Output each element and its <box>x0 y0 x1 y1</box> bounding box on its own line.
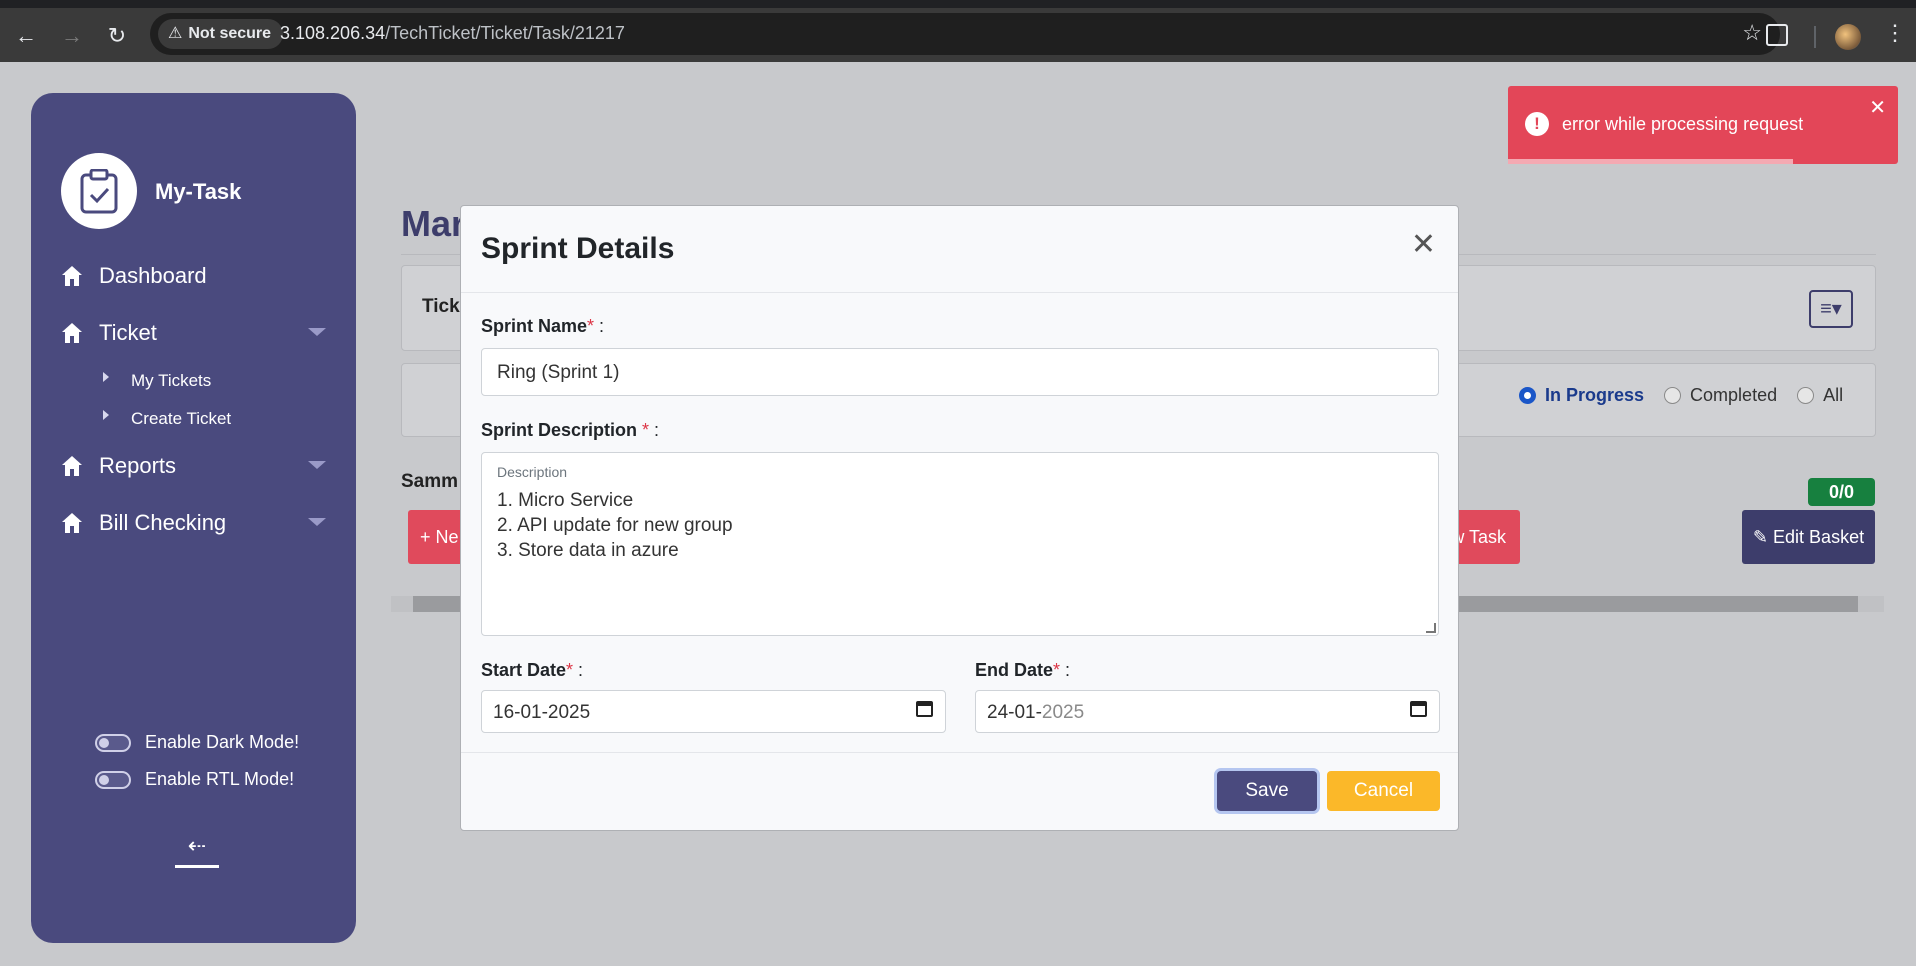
label-colon: : <box>573 660 584 680</box>
profile-avatar[interactable] <box>1835 24 1861 50</box>
forward-arrow-icon[interactable]: → <box>56 20 88 52</box>
toast-progress-bar <box>1508 159 1793 164</box>
start-date-year: 2025 <box>547 702 591 723</box>
start-date-label: Start Date* : <box>481 660 583 681</box>
modal-header: Sprint Details ✕ <box>461 206 1458 293</box>
close-icon[interactable]: ✕ <box>1411 230 1436 260</box>
start-date-day-month: 16-01- <box>493 702 548 723</box>
url-host: 3.108.206.34 <box>280 23 386 43</box>
save-button[interactable]: Save <box>1217 771 1317 811</box>
reload-icon[interactable]: ↻ <box>101 20 133 52</box>
modal-footer-divider <box>461 752 1458 753</box>
browser-menu-icon[interactable]: ⋮ <box>1884 20 1906 46</box>
error-toast: ! error while processing request ✕ <box>1508 86 1898 164</box>
required-mark: * <box>587 316 595 336</box>
sprint-description-textarea[interactable]: Description 1. Micro Service 2. API upda… <box>481 452 1439 636</box>
calendar-icon[interactable] <box>916 701 933 717</box>
address-bar[interactable]: ⚠ Not secure 3.108.206.34/TechTicket/Tick… <box>150 13 1780 55</box>
calendar-icon[interactable] <box>1410 701 1427 717</box>
sprint-name-label-text: Sprint Name <box>481 316 588 336</box>
required-mark: * <box>1053 660 1061 680</box>
close-icon[interactable]: ✕ <box>1869 98 1886 118</box>
resize-handle[interactable] <box>1426 623 1436 633</box>
url-text: 3.108.206.34/TechTicket/Ticket/Task/2121… <box>280 23 625 44</box>
security-chip[interactable]: ⚠ Not secure <box>158 19 284 49</box>
warning-triangle-icon: ⚠ <box>168 25 183 42</box>
browser-toolbar: ← → ↻ ⚠ Not secure 3.108.206.34/TechTicke… <box>0 0 1916 62</box>
toast-message: error while processing request <box>1562 114 1804 134</box>
end-date-year: 2025 <box>1041 702 1085 723</box>
label-colon: : <box>594 316 605 336</box>
required-mark: * <box>566 660 574 680</box>
sprint-details-modal: Sprint Details ✕ Sprint Name* : Ring (Sp… <box>460 205 1459 831</box>
sprint-name-label: Sprint Name* : <box>481 316 604 337</box>
security-label: Not secure <box>188 25 272 42</box>
extensions-icon[interactable] <box>1766 24 1788 46</box>
start-date-label-text: Start Date <box>481 660 567 680</box>
description-floating-label: Description <box>497 464 568 480</box>
end-date-label-text: End Date <box>975 660 1054 680</box>
sprint-name-value: Ring (Sprint 1) <box>497 362 620 383</box>
description-value: 1. Micro Service 2. API update for new g… <box>497 490 733 561</box>
end-date-input[interactable]: 24-01-2025 <box>975 690 1440 733</box>
url-path: /TechTicket/Ticket/Task/21217 <box>385 23 625 43</box>
start-date-input[interactable]: 16-01-2025 <box>481 690 946 733</box>
end-date-day-month: 24-01- <box>987 702 1042 723</box>
sprint-name-input[interactable]: Ring (Sprint 1) <box>481 348 1439 396</box>
error-icon: ! <box>1525 112 1549 136</box>
back-arrow-icon[interactable]: ← <box>10 20 42 52</box>
label-colon: : <box>1060 660 1071 680</box>
sprint-description-label-text: Sprint Description <box>481 420 643 440</box>
label-colon: : <box>649 420 660 440</box>
modal-title: Sprint Details <box>481 232 675 265</box>
required-mark: * <box>642 420 650 440</box>
bookmark-star-icon[interactable]: ☆ <box>1742 20 1762 46</box>
cancel-button[interactable]: Cancel <box>1327 771 1440 811</box>
sprint-description-label: Sprint Description * : <box>481 420 659 441</box>
toolbar-divider <box>1814 26 1816 48</box>
end-date-label: End Date* : <box>975 660 1070 681</box>
